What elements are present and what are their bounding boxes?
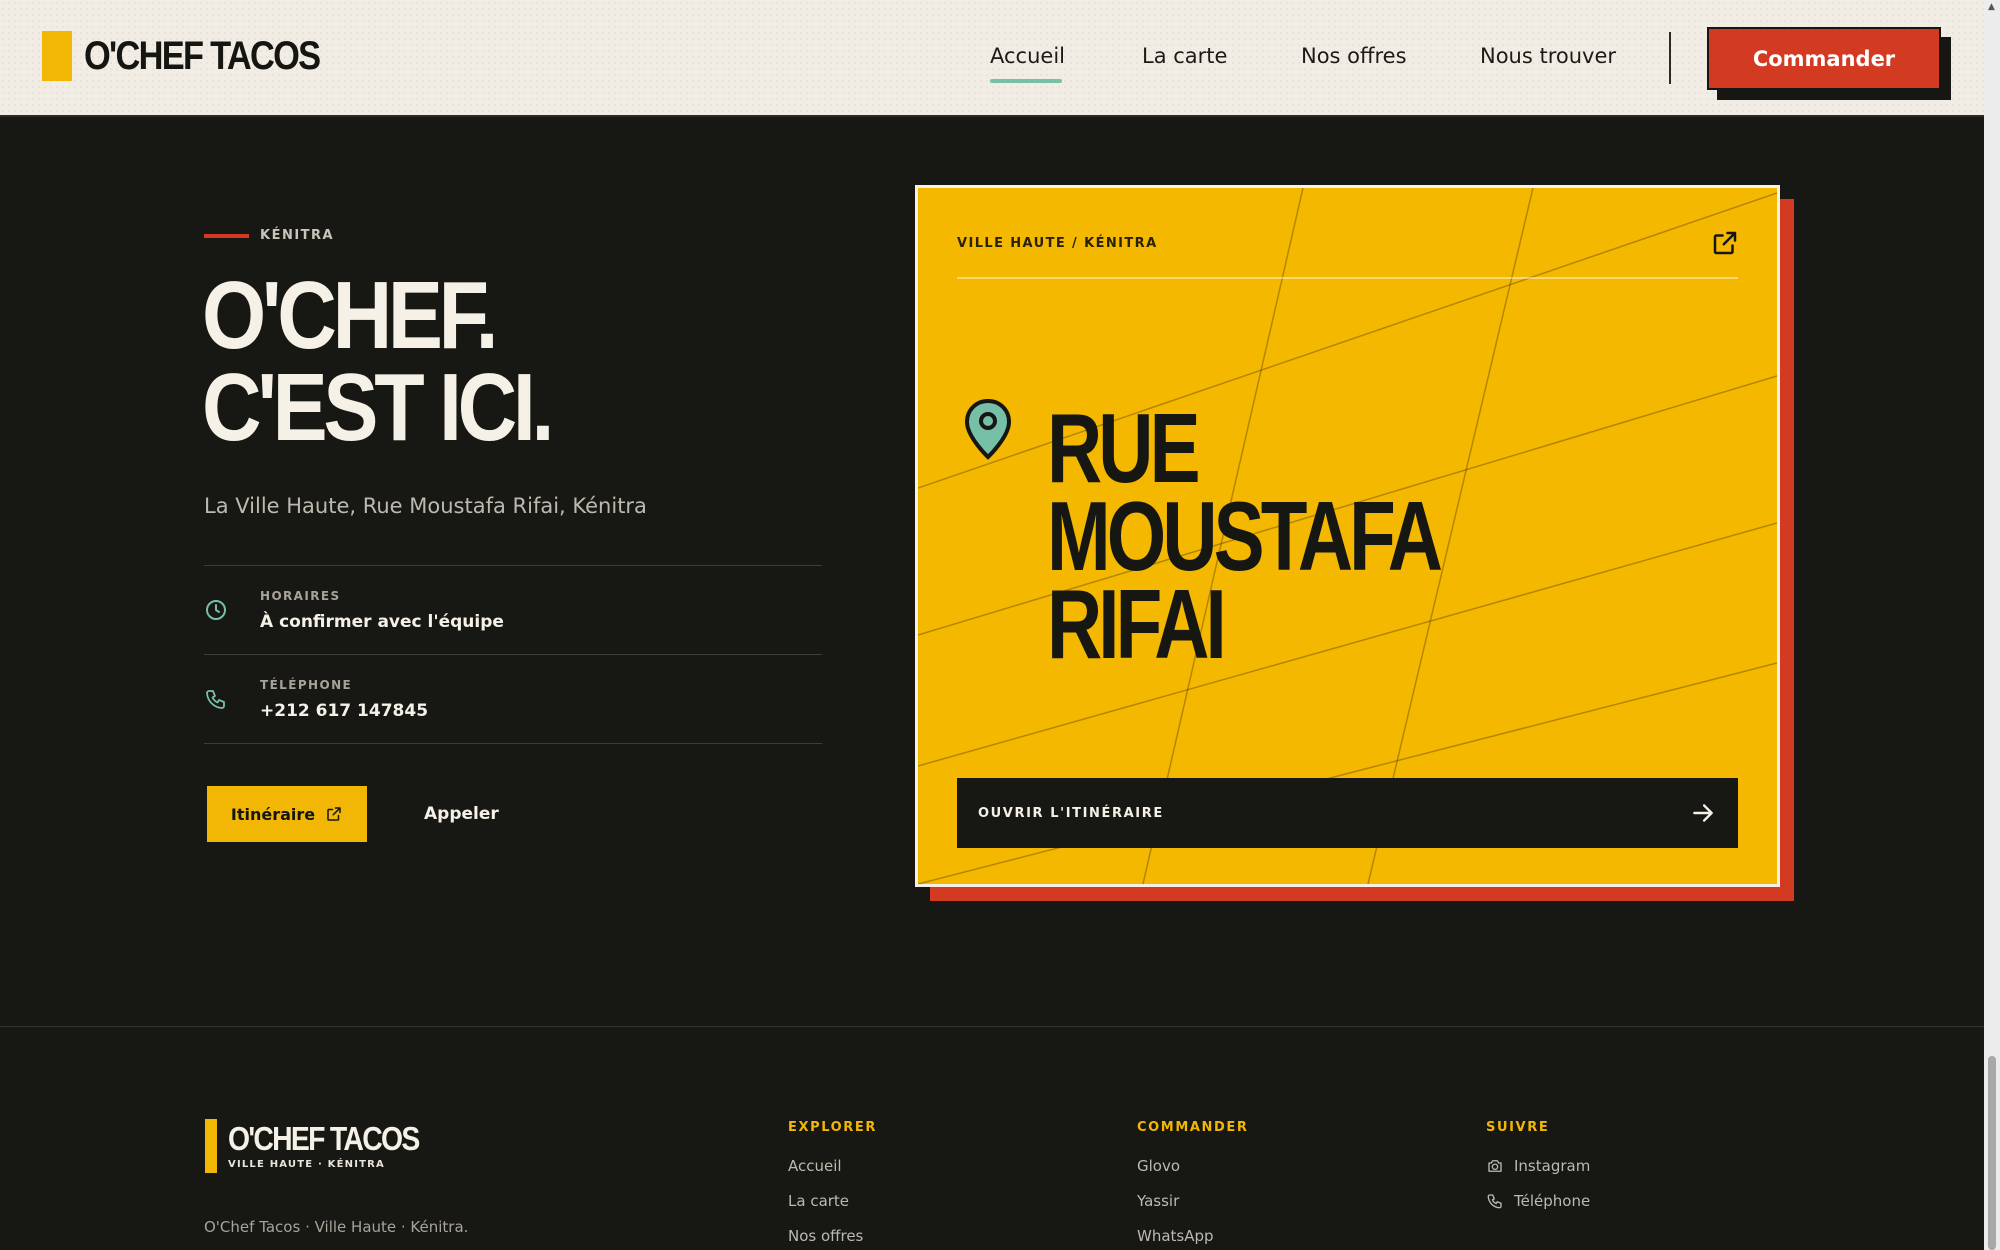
street-name: RUE MOUSTAFA RIFAI — [1047, 393, 1443, 679]
open-itinerary-button[interactable]: OUVRIR L'ITINÉRAIRE — [957, 778, 1738, 848]
nav-item-nous-trouver[interactable]: Nous trouver — [1480, 44, 1616, 68]
map-pin-icon — [964, 398, 1012, 460]
page-title: O'CHEF. C'EST ICI. — [202, 262, 554, 461]
hours-value: À confirmer avec l'équipe — [260, 612, 504, 632]
street-line-2: MOUSTAFA — [1047, 481, 1443, 591]
address-card[interactable]: VILLE HAUTE / KÉNITRA RUE MOUSTAFA RIFAI… — [915, 185, 1780, 887]
nav-active-indicator — [990, 79, 1062, 83]
footer-link-nos-offres[interactable]: Nos offres — [788, 1227, 863, 1245]
phone-value[interactable]: +212 617 147845 — [260, 701, 428, 721]
footer-logo-text[interactable]: O'CHEF TACOS — [228, 1120, 420, 1158]
itinerary-button-label: Itinéraire — [230, 804, 316, 824]
footer-divider — [0, 1026, 1984, 1027]
page-scrollbar[interactable]: ▲ — [1984, 0, 2000, 1250]
divider — [204, 565, 822, 566]
footer-link-la-carte[interactable]: La carte — [788, 1192, 849, 1210]
nav-item-la-carte[interactable]: La carte — [1142, 44, 1227, 68]
card-divider — [957, 277, 1738, 279]
arrow-right-icon — [1693, 804, 1713, 822]
phone-icon — [206, 690, 225, 709]
footer-link-yassir[interactable]: Yassir — [1137, 1192, 1179, 1210]
commander-button[interactable]: Commander — [1707, 27, 1941, 90]
headline-line-2: C'EST ICI. — [202, 354, 554, 461]
footer-logo-mark — [205, 1119, 217, 1173]
call-button[interactable]: Appeler — [424, 804, 499, 824]
external-link-icon — [327, 807, 341, 821]
card-location-tag: VILLE HAUTE / KÉNITRA — [957, 236, 1158, 251]
footer-link-instagram-label: Instagram — [1514, 1157, 1591, 1175]
phone-label: TÉLÉPHONE — [260, 678, 353, 692]
footer-col-explorer-title: EXPLORER — [788, 1120, 878, 1135]
nav-item-nos-offres[interactable]: Nos offres — [1301, 44, 1407, 68]
footer-link-instagram[interactable]: Instagram — [1486, 1157, 1590, 1175]
footer-link-accueil[interactable]: Accueil — [788, 1157, 842, 1175]
headline-line-1: O'CHEF. — [202, 262, 499, 369]
street-line-1: RUE — [1047, 393, 1201, 503]
nav-separator — [1669, 32, 1671, 84]
scroll-up-arrow-icon[interactable]: ▲ — [1988, 2, 1995, 12]
footer-col-commander-title: COMMANDER — [1137, 1120, 1249, 1135]
camera-icon — [1488, 1160, 1502, 1172]
external-link-icon[interactable] — [1710, 228, 1740, 258]
divider — [204, 743, 822, 744]
eyebrow-accent — [204, 234, 249, 238]
open-itinerary-label: OUVRIR L'ITINÉRAIRE — [978, 805, 1164, 821]
scrollbar-thumb[interactable] — [1988, 1056, 1996, 1250]
clock-icon — [206, 600, 226, 620]
footer-copyright: O'Chef Tacos · Ville Haute · Kénitra. — [204, 1218, 469, 1236]
divider — [204, 654, 822, 655]
footer-link-telephone-label: Téléphone — [1514, 1192, 1591, 1210]
logo-mark[interactable] — [42, 31, 72, 81]
site-header: O'CHEF TACOS Accueil La carte Nos offres… — [0, 0, 1984, 117]
address-text: La Ville Haute, Rue Moustafa Rifai, Kéni… — [204, 494, 647, 518]
phone-icon — [1487, 1194, 1502, 1209]
hours-label: HORAIRES — [260, 589, 341, 603]
footer-link-telephone[interactable]: Téléphone — [1486, 1192, 1590, 1210]
footer-link-glovo[interactable]: Glovo — [1137, 1157, 1180, 1175]
logo-text[interactable]: O'CHEF TACOS — [84, 34, 321, 79]
footer-col-suivre-title: SUIVRE — [1486, 1120, 1550, 1135]
footer-link-whatsapp[interactable]: WhatsApp — [1137, 1227, 1214, 1245]
eyebrow-city: KÉNITRA — [260, 228, 335, 243]
street-line-3: RIFAI — [1047, 569, 1227, 679]
footer-logo-tagline: VILLE HAUTE · KÉNITRA — [228, 1159, 385, 1170]
nav-item-accueil[interactable]: Accueil — [990, 44, 1065, 68]
itinerary-button[interactable]: Itinéraire — [207, 786, 367, 842]
